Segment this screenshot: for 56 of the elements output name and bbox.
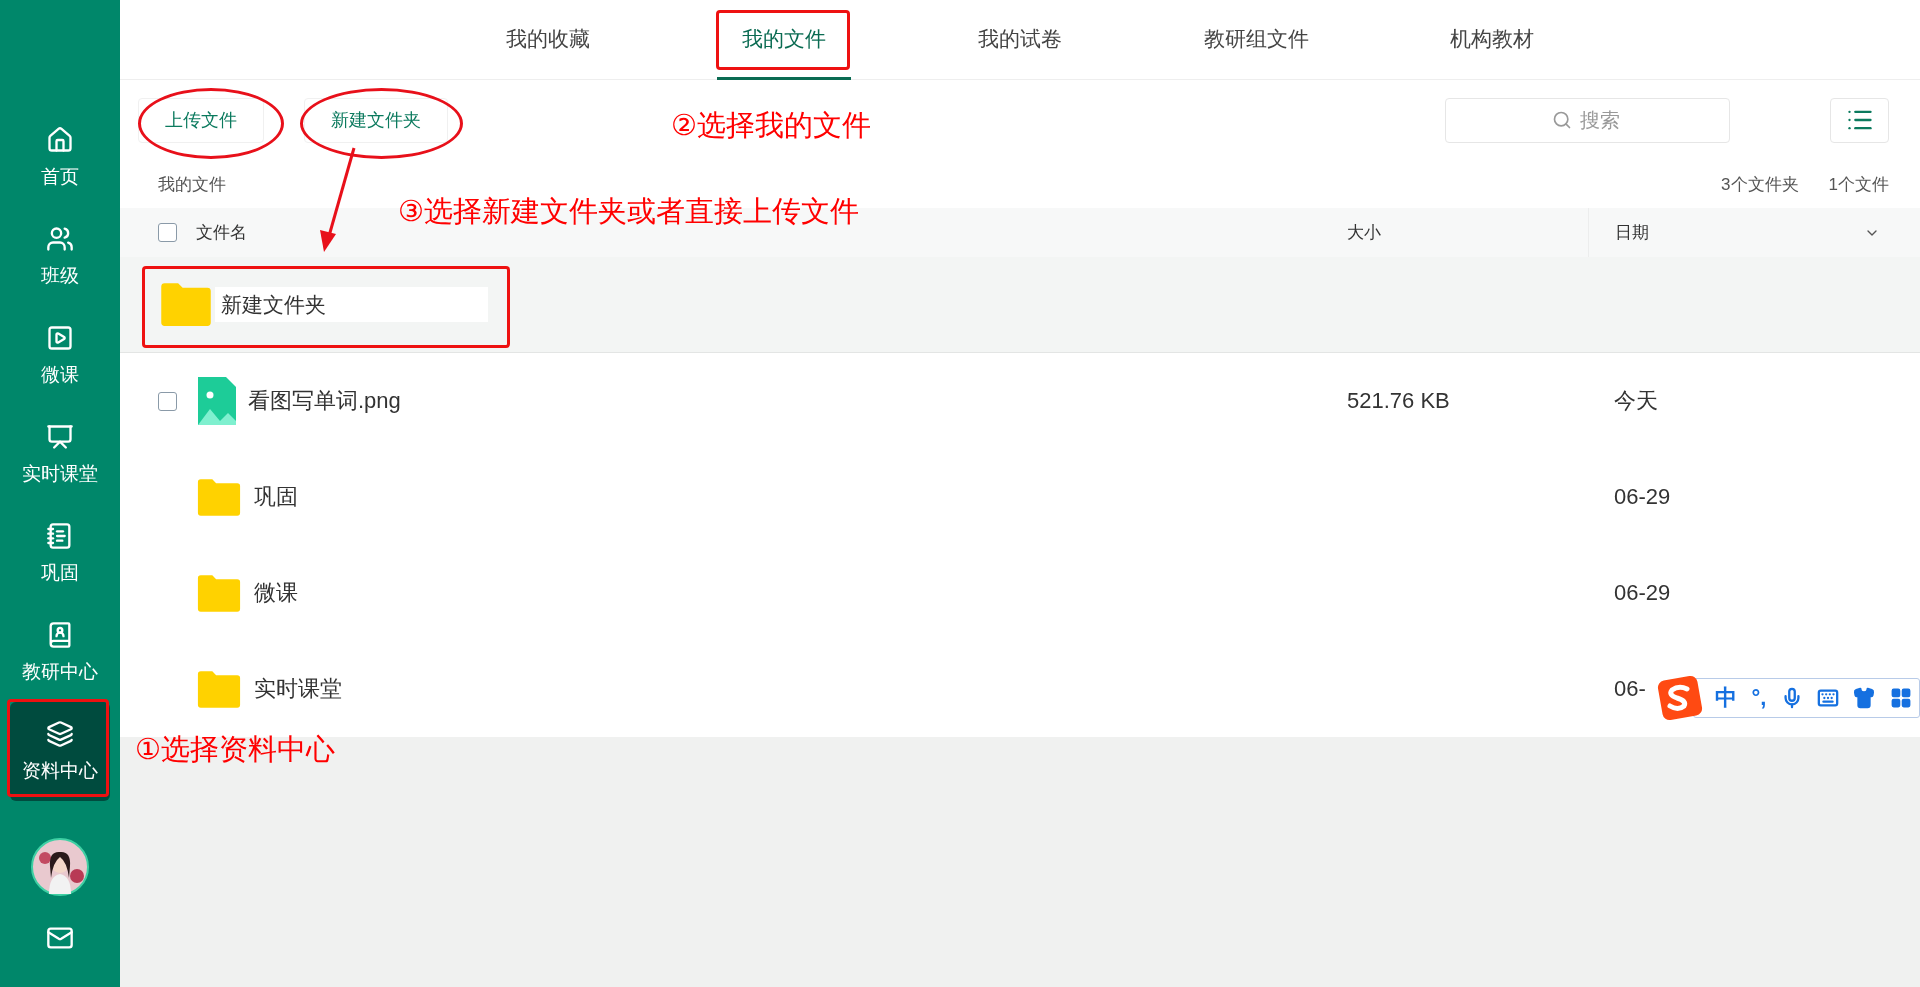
new-folder-button[interactable]: 新建文件夹 bbox=[304, 97, 448, 143]
sidebar-item[interactable]: 巩固 bbox=[10, 504, 110, 603]
sidebar-item[interactable]: 资料中心 bbox=[10, 702, 110, 801]
nav-tab[interactable]: 我的收藏 bbox=[481, 0, 615, 80]
item-count: 3个文件夹 bbox=[1721, 173, 1799, 196]
file-date: 06-29 bbox=[1614, 484, 1671, 510]
file-name[interactable]: 看图写单词.png bbox=[248, 386, 401, 416]
file-date: 06- bbox=[1614, 676, 1646, 702]
sidebar-item[interactable]: 首页 bbox=[10, 108, 110, 207]
people-icon bbox=[46, 224, 74, 253]
avatar[interactable] bbox=[31, 838, 89, 896]
annotation-text: ②选择我的文件 bbox=[671, 111, 871, 140]
file-size: 521.76 KB bbox=[1347, 388, 1451, 414]
sidebar-item[interactable]: 班级 bbox=[10, 207, 110, 306]
shirt-icon[interactable] bbox=[1853, 687, 1876, 709]
list-view-button[interactable] bbox=[1830, 97, 1889, 143]
annotation-text: ①选择资料中心 bbox=[135, 735, 335, 764]
nav-tab[interactable]: 我的文件 bbox=[717, 0, 851, 80]
file-name[interactable]: 微课 bbox=[254, 578, 298, 608]
nav-tab[interactable]: 机构教材 bbox=[1425, 0, 1559, 80]
row-checkbox[interactable] bbox=[158, 391, 177, 411]
item-count: 1个文件 bbox=[1828, 173, 1889, 196]
search-icon bbox=[1551, 110, 1572, 130]
breadcrumb: 我的文件 bbox=[158, 173, 226, 196]
play-icon bbox=[46, 323, 74, 352]
folder-icon bbox=[196, 573, 242, 613]
input-method-logo-icon[interactable] bbox=[1657, 675, 1703, 721]
grid-icon[interactable] bbox=[1889, 687, 1912, 709]
folder-icon bbox=[196, 477, 242, 517]
keyboard-icon[interactable] bbox=[1817, 687, 1840, 709]
ime-mode-toggle[interactable]: 中 bbox=[1715, 683, 1738, 713]
search-field[interactable]: 搜索 bbox=[1445, 97, 1730, 143]
board-icon bbox=[46, 422, 74, 451]
nav-tab[interactable]: 教研组文件 bbox=[1189, 0, 1323, 80]
sidebar-item[interactable]: 微课 bbox=[10, 306, 110, 405]
file-date: 今天 bbox=[1614, 387, 1658, 415]
upload-button[interactable]: 上传文件 bbox=[138, 97, 264, 143]
ime-punctuation-toggle[interactable]: °, bbox=[1751, 685, 1767, 711]
home-icon bbox=[46, 125, 74, 154]
file-name[interactable]: 巩固 bbox=[254, 482, 298, 512]
folder-icon bbox=[196, 669, 242, 709]
file-name[interactable]: 实时课堂 bbox=[254, 674, 342, 704]
folder-name-field[interactable]: 新建文件夹 bbox=[215, 287, 488, 322]
sidebar-item[interactable]: 实时课堂 bbox=[10, 405, 110, 504]
annotation-text: ③选择新建文件夹或者直接上传文件 bbox=[398, 197, 859, 226]
folder-icon bbox=[159, 282, 213, 327]
layers-icon bbox=[46, 719, 74, 748]
image-file-icon bbox=[196, 377, 236, 425]
file-date: 06-29 bbox=[1614, 580, 1671, 606]
sidebar-item[interactable]: 教研中心 bbox=[10, 603, 110, 702]
column-header: 日期 bbox=[1615, 222, 1649, 244]
column-header: 大小 bbox=[1347, 222, 1382, 244]
nav-tab[interactable]: 我的试卷 bbox=[953, 0, 1087, 80]
column-header: 文件名 bbox=[196, 222, 248, 244]
select-all-checkbox[interactable] bbox=[158, 223, 177, 242]
notebook-icon bbox=[46, 521, 74, 550]
